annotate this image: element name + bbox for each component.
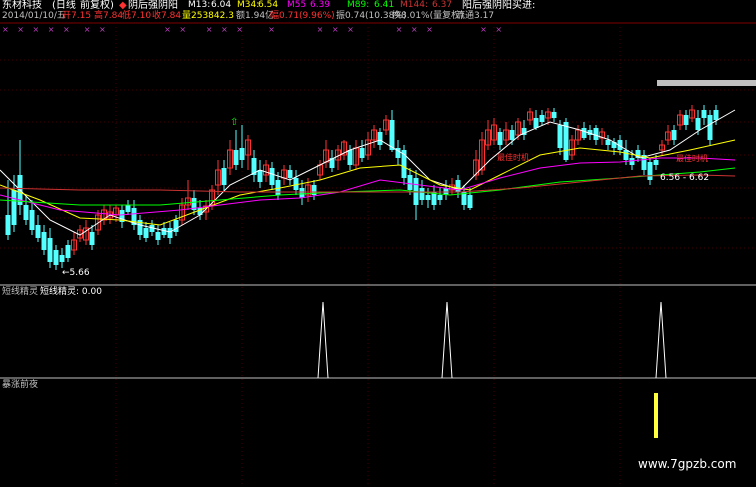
m144-label: M144:	[400, 0, 428, 10]
candle-body	[419, 188, 425, 200]
candle-body	[683, 115, 689, 125]
oscillator-spike	[441, 301, 453, 379]
m89-label: M89:	[347, 0, 370, 10]
m34-value: 6.54	[258, 0, 279, 10]
candle-body	[509, 130, 515, 140]
candle-body	[407, 175, 413, 190]
candle-body	[41, 232, 47, 250]
info-float: 流通3.17	[456, 11, 495, 21]
candle-body	[59, 255, 65, 262]
m55-label: M55	[287, 0, 307, 10]
price-marker-box	[657, 80, 756, 86]
candle-body	[167, 228, 173, 238]
candle-body	[533, 118, 539, 128]
candle-body	[11, 190, 17, 225]
signal-bar	[654, 393, 658, 438]
oscillator-spike	[655, 301, 667, 379]
panel2-value: 短线精灵: 0.00	[40, 287, 102, 297]
signal-bars	[654, 393, 658, 438]
up-arrow-icon: ⇧	[230, 117, 239, 128]
stock-chart[interactable]	[0, 0, 756, 487]
candle-body	[47, 238, 53, 262]
chart-frame	[0, 22, 756, 487]
candle-body	[497, 132, 503, 145]
candle-body	[623, 150, 629, 160]
candle-body	[233, 150, 239, 165]
candle-body	[389, 120, 395, 150]
info-turnover: 换8.01%(量复权)	[392, 11, 464, 21]
candle-body	[125, 205, 131, 212]
indicator-name: 阴后强阴阳	[128, 0, 178, 11]
candle-body	[701, 110, 707, 118]
candle-body	[239, 148, 245, 160]
candle-body	[713, 110, 719, 120]
info-close: 收7.84	[152, 11, 182, 21]
candle-body	[593, 128, 599, 140]
marker-row: × × × × × × × × × × × × × × × × × × × × …	[2, 25, 506, 34]
candle-body	[269, 168, 275, 185]
candle-body	[695, 118, 701, 130]
m13-label: M13:	[188, 0, 211, 10]
buy-signal-label: 阳后强阴阳买进:	[462, 0, 536, 11]
candle-body	[299, 188, 305, 198]
info-volume: 量253842.3	[182, 11, 234, 21]
candle-body	[425, 195, 431, 200]
candle-body	[143, 228, 149, 238]
candle-body	[35, 225, 41, 238]
info-change: 幅0.71(9.96%)	[270, 11, 335, 21]
candle-body	[551, 112, 557, 118]
m89-value: 6.41	[374, 0, 395, 10]
candle-body	[359, 148, 365, 158]
candle-body	[221, 168, 227, 185]
best-time-label-2: 最佳时机	[676, 154, 708, 163]
candle-body	[647, 162, 653, 180]
info-open: 开7.15	[62, 11, 92, 21]
candle-body	[287, 170, 293, 178]
candle-body	[671, 130, 677, 140]
candle-body	[89, 232, 95, 245]
candle-body	[173, 220, 179, 232]
candle-body	[5, 215, 11, 235]
candle-body	[23, 205, 29, 220]
candle-body	[539, 115, 545, 122]
candle-body	[155, 232, 161, 240]
candle-body	[557, 125, 563, 148]
candle-body	[653, 160, 659, 165]
candle-body	[347, 150, 353, 165]
candle-body	[467, 195, 473, 208]
candle-body	[257, 170, 263, 182]
panel3-title: 暴涨前夜	[2, 380, 39, 390]
oscillator-spike	[317, 301, 329, 379]
range-label: 6.56 - 6.62	[660, 173, 710, 183]
info-date: 2014/01/10/五	[2, 11, 66, 21]
candle-body	[605, 140, 611, 145]
adjust-label[interactable]: 前复权)	[80, 0, 114, 11]
candle-body	[29, 210, 35, 230]
candle-body	[563, 122, 569, 160]
info-high: 高7.84	[94, 11, 124, 21]
candle-body	[629, 158, 635, 165]
candle-body	[377, 132, 383, 145]
info-low: 低7.10	[122, 11, 152, 21]
candle-body	[275, 180, 281, 195]
candle-body	[707, 115, 713, 140]
watermark: www.7gpzb.com	[638, 457, 737, 471]
period-label[interactable]: (日线	[52, 0, 76, 11]
low-price-label: ←5.66	[62, 268, 90, 278]
best-time-label-1: 最佳时机	[497, 153, 529, 162]
m34-label: M34:	[237, 0, 260, 10]
m55-value: 6.39	[310, 0, 331, 10]
info-amount: 额1.94亿	[236, 11, 275, 21]
m13-value: 6.04	[211, 0, 232, 10]
candle-body	[65, 245, 71, 258]
panel2-title: 短线精灵	[2, 287, 39, 297]
indicator-icon: ◆	[119, 0, 127, 11]
m144-value: 6.37	[432, 0, 453, 10]
stock-name: 东材科技	[2, 0, 42, 11]
short-line-oscillator	[317, 301, 667, 379]
candle-body	[53, 250, 59, 265]
candle-body	[581, 128, 587, 138]
candle-body	[437, 195, 443, 200]
